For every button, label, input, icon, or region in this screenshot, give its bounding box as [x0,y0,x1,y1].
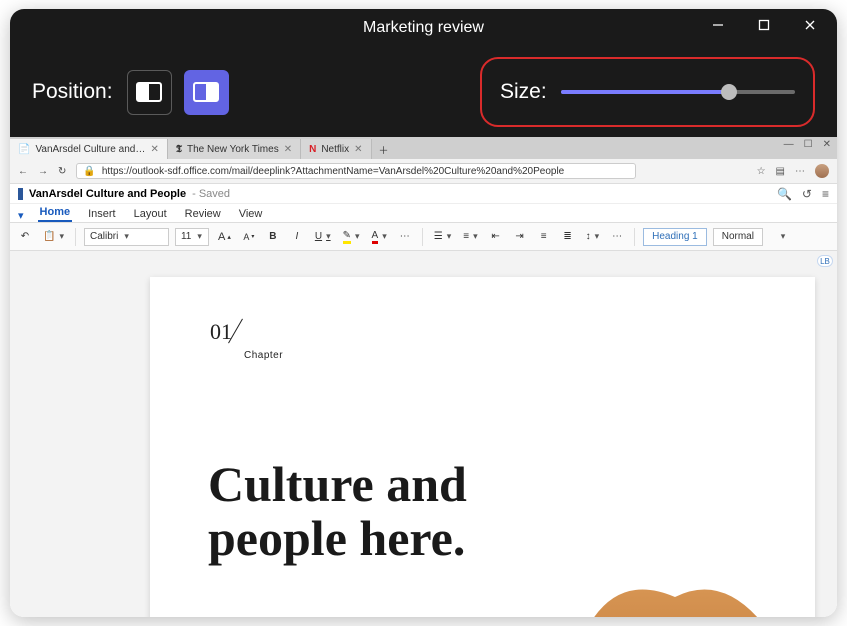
position-right-button[interactable] [184,70,229,115]
word-titlebar: VanArsdel Culture and People - Saved 🔍 ↺… [10,184,837,204]
close-button[interactable] [787,9,833,41]
window-title: Marketing review [363,19,484,37]
size-slider[interactable] [561,92,795,93]
style-normal[interactable]: Normal [713,228,763,246]
numbering-button[interactable]: ≡ [460,228,480,246]
doc-page: 01 Chapter Culture andpeople here. [150,277,815,617]
browser-close-icon[interactable]: ✕ [823,139,831,150]
tab-label: Netflix [321,144,349,155]
header: Marketing review Position: [10,9,837,137]
bold-button[interactable]: B [264,228,282,246]
chapter-label: Chapter [244,350,283,361]
paste-button[interactable]: 📋 [40,228,67,246]
undo-button[interactable]: ↶ [16,228,34,246]
tab-home[interactable]: Home [38,204,73,222]
maximize-button[interactable] [741,9,787,41]
title-bar: Marketing review [10,9,837,47]
history-icon[interactable]: ↺ [802,187,812,201]
chapter-marker: 01 Chapter [210,317,283,363]
file-menu[interactable]: ▾ [18,209,24,222]
extensions-icon[interactable]: ▤ [776,166,785,177]
tab-layout[interactable]: Layout [132,206,169,222]
line-spacing-button[interactable]: ↕ [583,228,603,246]
browser-address-bar: ← → ↻ 🔒 https://outlook-sdf.office.com/m… [10,159,837,183]
presence-badge[interactable]: LB [817,255,833,267]
url-text: https://outlook-sdf.office.com/mail/deep… [102,166,564,177]
close-icon[interactable]: ✕ [284,144,292,155]
favicon-icon: 📄 [18,144,30,155]
browser-chrome-controls: — ☐ ✕ [784,139,831,150]
style-heading1[interactable]: Heading 1 [643,228,707,246]
more-paragraph-button[interactable]: ⋯ [608,228,626,246]
browser-minimize-icon[interactable]: — [784,139,794,150]
align-left-button[interactable]: ≡ [535,228,553,246]
tab-label: VanArsdel Culture and peo… [35,144,145,155]
more-font-button[interactable]: ⋯ [396,228,414,246]
lock-icon: 🔒 [83,166,95,177]
word-ribbon-tabs: ▾ Home Insert Layout Review View [10,204,837,223]
menu-icon[interactable]: ⋯ [795,166,805,177]
highlight-button[interactable]: ✎ [340,228,363,246]
increase-indent-button[interactable]: ⇥ [511,228,529,246]
close-icon[interactable]: ✕ [354,144,362,155]
browser: 📄 VanArsdel Culture and peo… ✕ 𝕿 The New… [10,137,837,617]
font-family-select[interactable]: Calibri [84,228,169,246]
align-center-button[interactable]: ≣ [559,228,577,246]
word-ribbon: ↶ 📋 Calibri 11 A▴ A▾ B I U ✎ A ⋯ ☰ ≡ ⇤ ⇥… [10,223,837,251]
window-controls [695,9,833,41]
slider-fill [561,90,730,94]
doc-title: VanArsdel Culture and People [29,188,186,200]
font-size-select[interactable]: 11 [175,228,209,246]
person-photo [505,587,835,617]
bullets-button[interactable]: ☰ [431,228,455,246]
tab-view[interactable]: View [237,206,265,222]
profile-avatar[interactable] [815,164,829,178]
browser-tab[interactable]: N Netflix ✕ [301,139,371,159]
minimize-button[interactable] [695,9,741,41]
forward-button[interactable]: → [38,166,48,177]
slider-thumb[interactable] [721,84,737,100]
browser-tabstrip: 📄 VanArsdel Culture and peo… ✕ 𝕿 The New… [10,137,837,159]
tab-label: The New York Times [187,144,279,155]
search-icon[interactable]: 🔍 [777,187,792,201]
size-group: Size: [480,57,815,127]
position-buttons [127,70,229,115]
favorite-icon[interactable]: ☆ [757,166,766,177]
grow-font-button[interactable]: A▴ [215,228,234,246]
url-field[interactable]: 🔒 https://outlook-sdf.office.com/mail/de… [76,163,636,179]
size-label: Size: [500,80,547,104]
italic-button[interactable]: I [288,228,306,246]
more-icon[interactable]: ≡ [822,187,829,201]
tab-review[interactable]: Review [183,206,223,222]
close-icon[interactable]: ✕ [150,144,158,155]
save-state: - Saved [192,188,230,200]
decrease-indent-button[interactable]: ⇤ [487,228,505,246]
refresh-button[interactable]: ↻ [58,166,66,177]
browser-tab[interactable]: 📄 VanArsdel Culture and peo… ✕ [10,139,168,159]
underline-button[interactable]: U [312,228,334,246]
doc-canvas[interactable]: LB 01 Chapter Culture andpeople here. [10,251,837,617]
favicon-icon: 𝕿 [176,144,182,155]
word-logo-icon [18,188,23,200]
position-label: Position: [32,80,113,104]
styles-more-button[interactable] [773,228,791,246]
back-button[interactable]: ← [18,166,28,177]
new-tab-button[interactable]: ＋ [372,139,396,159]
favicon-icon: N [309,144,316,155]
position-left-button[interactable] [127,70,172,115]
app-window: Marketing review Position: [10,9,837,617]
font-color-button[interactable]: A [369,228,390,246]
shrink-font-button[interactable]: A▾ [240,228,258,246]
browser-maximize-icon[interactable]: ☐ [804,139,813,150]
overlay-toolbar: Position: Size: [10,47,837,137]
word-app: VanArsdel Culture and People - Saved 🔍 ↺… [10,183,837,617]
tab-insert[interactable]: Insert [86,206,118,222]
browser-tab[interactable]: 𝕿 The New York Times ✕ [168,139,301,159]
doc-heading: Culture andpeople here. [208,457,467,565]
